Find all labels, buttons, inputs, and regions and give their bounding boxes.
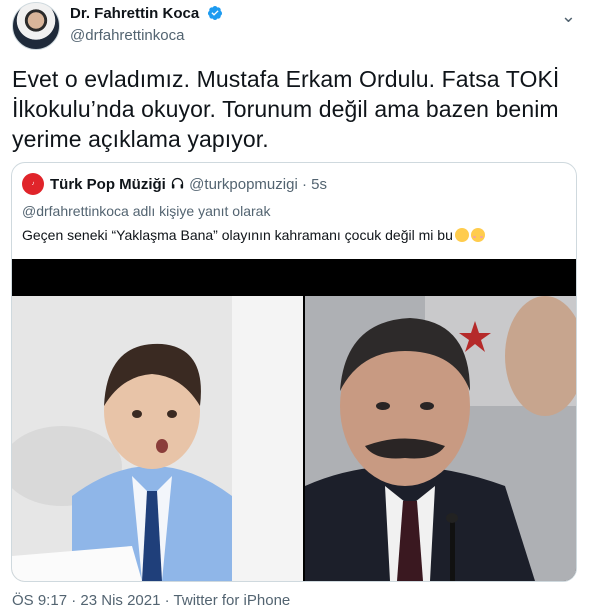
tweet-footer: ÖS 9:17 · 23 Nis 2021 · Twitter for iPho… [12,592,290,609]
tweet-time[interactable]: ÖS 9:17 [12,592,67,609]
tweet-text-line: İlkokulu’nda okuyor. Torunum değil ama b… [12,96,559,122]
minister-illustration [305,296,576,581]
tweet-text-line: Evet o evladımız. Mustafa Erkam Ordulu. … [12,66,560,92]
author-name[interactable]: Dr. Fahrettin Koca [70,5,199,22]
author-avatar[interactable] [12,2,60,50]
tweet-date[interactable]: 23 Nis 2021 [80,592,160,609]
quoted-header: Türk Pop Müziği @turkpopmuzigi · 5s [50,176,327,193]
quoted-tweet[interactable]: ♪ Türk Pop Müziği @turkpopmuzigi · 5s @d… [11,162,577,582]
more-options-icon[interactable]: ⌄ [561,6,577,27]
author-handle[interactable]: @drfahrettinkoca [70,27,223,44]
author-block[interactable]: Dr. Fahrettin Koca @drfahrettinkoca [70,5,223,44]
media-photo-child[interactable] [12,296,303,581]
headphones-icon [171,177,184,189]
footer-separator: · [164,592,170,609]
quoted-name[interactable]: Türk Pop Müziği [50,176,166,193]
grinning-emoji-icon [454,228,469,242]
verified-badge-icon [207,6,222,20]
quoted-separator: · [301,176,307,193]
quoted-time[interactable]: 5s [311,176,327,193]
tweet-text-line: yerime açıklama yapıyor. [12,126,269,152]
tweet-text: Evet o evladımız. Mustafa Erkam Ordulu. … [12,64,582,154]
quoted-text: Geçen seneki “Yaklaşma Bana” olayının ka… [22,227,485,243]
tweet-source[interactable]: Twitter for iPhone [174,592,291,609]
quoted-avatar[interactable]: ♪ [22,173,44,195]
footer-separator: · [71,592,77,609]
quoted-text-content: Geçen seneki “Yaklaşma Bana” olayının ka… [22,227,453,243]
child-illustration [12,296,303,581]
reply-context: @drfahrettinkoca adlı kişiye yanıt olara… [22,203,271,219]
blush-emoji-icon [470,228,485,242]
quoted-media[interactable] [12,259,576,581]
quoted-handle[interactable]: @turkpopmuzigi [189,176,298,193]
media-photo-minister[interactable] [305,296,576,581]
